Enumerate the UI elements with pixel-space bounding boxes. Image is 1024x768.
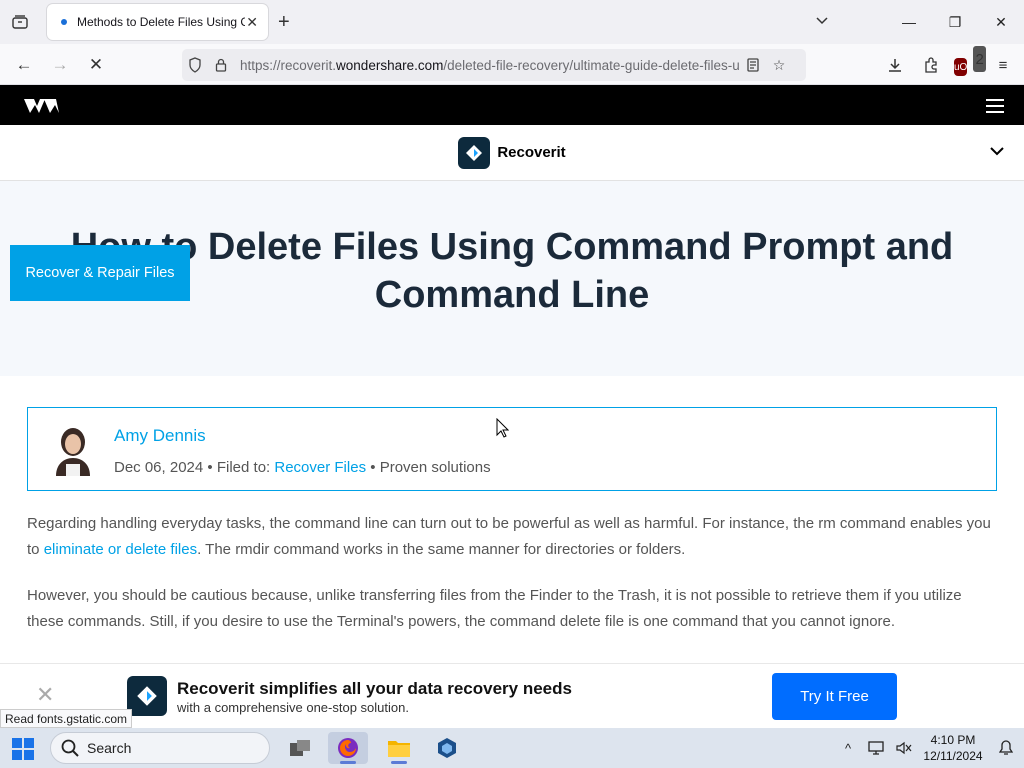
separator: • [207,459,213,476]
ublock-extension-icon[interactable]: uO 2 [954,46,986,78]
window-close-button[interactable]: ✕ [978,0,1024,44]
chevron-down-icon[interactable] [990,143,1004,159]
back-arrow-icon[interactable]: ← [11,52,37,78]
recoverit-logo-icon[interactable] [458,136,491,169]
try-it-free-button[interactable]: Try It Free [772,673,897,720]
address-bar[interactable]: https://recoverit.wondershare.com/delete… [182,49,806,81]
windows-start-icon[interactable] [12,738,34,765]
reader-view-icon[interactable] [740,58,766,72]
hero-section: How to Delete Files Using Command Prompt… [0,181,1024,376]
minimize-button[interactable]: — [886,0,932,44]
browser-status-text: Read fonts.gstatic.com [0,709,133,728]
restore-button[interactable]: ❐ [932,0,978,44]
banner-close-icon[interactable]: ✕ [36,682,54,708]
firefox-taskbar-icon[interactable] [328,732,368,764]
wondershare-logo-icon[interactable] [24,97,60,120]
search-label: Search [87,740,132,756]
url-text[interactable]: https://recoverit.wondershare.com/delete… [240,58,740,73]
task-view-icon[interactable] [280,732,320,764]
tab-overflow-chevron-icon[interactable] [816,12,828,28]
windows-taskbar: Search ^ 4:10 PM 12/11/2024 [0,728,1024,768]
author-card: Amy Dennis Dec 06, 2024 • Filed to: Reco… [27,407,997,491]
mouse-cursor-icon [496,417,510,443]
extensions-icon[interactable] [918,52,944,78]
product-bar: Recoverit [0,125,1024,181]
meta-suffix: Proven solutions [379,459,491,476]
file-explorer-icon[interactable] [379,732,419,764]
notification-bell-icon[interactable] [988,740,1024,756]
browser-nav-bar: ← → ✕ https://recoverit.wondershare.com/… [0,44,1024,85]
site-menu-icon[interactable] [986,99,1004,117]
recoverit-logo-icon [127,676,167,716]
system-clock[interactable]: 4:10 PM 12/11/2024 [918,732,988,764]
delete-files-link[interactable]: eliminate or delete files [44,541,197,558]
clock-time: 4:10 PM [930,733,976,747]
author-meta: Dec 06, 2024 • Filed to: Recover Files •… [114,459,491,476]
recover-repair-button[interactable]: Recover & Repair Files [10,245,190,301]
author-name[interactable]: Amy Dennis [114,426,206,446]
active-tab[interactable]: Methods to Delete Files Using Command Pr… [47,4,268,40]
volume-muted-icon[interactable] [890,741,918,755]
lock-icon[interactable] [208,58,234,72]
bookmark-star-icon[interactable]: ☆ [766,57,792,74]
new-tab-button[interactable]: + [278,10,290,34]
promo-banner: ✕ Recoverit simplifies all your data rec… [0,663,1024,728]
app-menu-icon[interactable]: ≡ [990,52,1016,78]
filed-label: Filed to: [216,459,271,476]
product-name[interactable]: Recoverit [497,144,565,161]
article-paragraph-2: However, you should be cautious because,… [27,587,962,630]
virtualbox-icon[interactable] [427,732,467,764]
category-link[interactable]: Recover Files [274,459,366,476]
article-paragraph-1: Regarding handling everyday tasks, the c… [27,515,991,558]
banner-title: Recoverit simplifies all your data recov… [177,679,572,698]
stop-loading-icon[interactable]: ✕ [83,52,109,78]
forward-arrow-icon[interactable]: → [47,52,73,78]
downloads-icon[interactable] [882,52,908,78]
search-icon [61,739,79,757]
tab-favicon-icon [61,19,67,25]
site-header [0,85,1024,125]
clock-date: 12/11/2024 [923,749,983,763]
taskbar-search[interactable]: Search [50,732,270,764]
tab-list-icon[interactable] [8,10,32,34]
tab-close-icon[interactable]: ✕ [246,14,258,31]
separator: • [370,459,376,476]
tab-title: Methods to Delete Files Using Command Pr… [77,15,245,29]
banner-subtitle: with a comprehensive one-stop solution. [177,700,409,715]
avatar [50,426,96,476]
network-icon[interactable] [862,741,890,755]
tray-overflow-chevron-icon[interactable]: ^ [834,741,862,756]
post-date: Dec 06, 2024 [114,459,204,476]
web-page: Recoverit How to Delete Files Using Comm… [0,85,1024,728]
browser-tab-bar: Methods to Delete Files Using Command Pr… [0,0,1024,44]
shield-icon[interactable] [182,57,208,73]
